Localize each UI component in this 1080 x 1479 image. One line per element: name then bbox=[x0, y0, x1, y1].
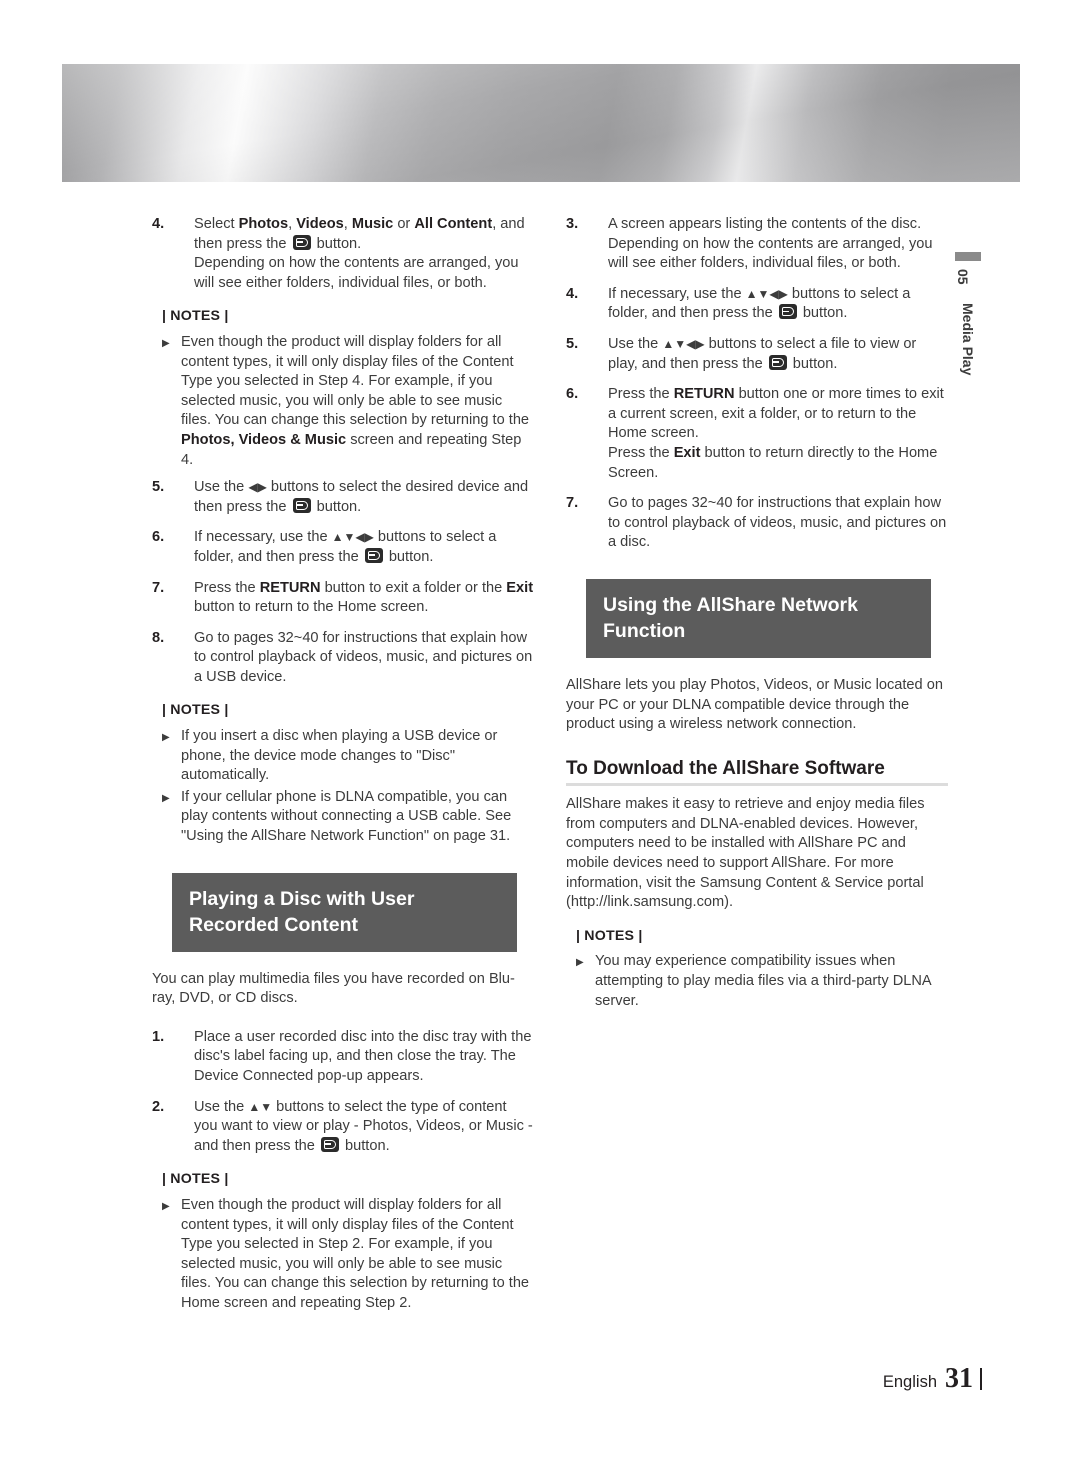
step-text: Use the ▲▼◀▶ buttons to select a file to… bbox=[608, 335, 917, 372]
step-text: Press the RETURN button one or more time… bbox=[608, 386, 944, 481]
footer-language: English bbox=[882, 1373, 937, 1391]
note-text: Even though the product will display fol… bbox=[181, 333, 530, 468]
direction-arrows-icon: ▲▼◀▶ bbox=[331, 530, 374, 545]
notes-label: | NOTES | bbox=[576, 927, 643, 944]
step-number: 6. bbox=[566, 386, 579, 403]
allshare-download-body: AllShare makes it easy to retrieve and e… bbox=[566, 796, 925, 911]
enter-button-icon bbox=[768, 354, 787, 370]
step-number: 6. bbox=[152, 529, 165, 546]
bullet-arrow-icon: ▶ bbox=[162, 1200, 170, 1212]
notes-label: | NOTES | bbox=[162, 308, 229, 325]
note-item: ▶ If you insert a disc when playing a US… bbox=[162, 727, 534, 786]
step-text: If necessary, use the ▲▼◀▶ buttons to se… bbox=[194, 529, 497, 565]
bullet-arrow-icon: ▶ bbox=[162, 337, 170, 349]
sub-heading-download-allshare: To Download the AllShare Software bbox=[566, 759, 948, 787]
step-item: 6. Press the RETURN button one or more t… bbox=[566, 385, 948, 483]
step-item: 8. Go to pages 32~40 for instructions th… bbox=[152, 629, 534, 688]
notes-label: | NOTES | bbox=[162, 1171, 229, 1188]
step-number: 1. bbox=[152, 1028, 165, 1045]
step-number: 3. bbox=[566, 216, 579, 232]
note-text: Even though the product will display fol… bbox=[181, 1196, 530, 1311]
step-number: 8. bbox=[152, 629, 165, 646]
step-item: 1. Place a user recorded disc into the d… bbox=[152, 1028, 534, 1087]
step-text: Use the ▲▼ buttons to select the type of… bbox=[194, 1098, 533, 1154]
chapter-side-tab: 05 Media Play bbox=[955, 252, 981, 375]
step-line: Select Photos, Videos, Music or All Cont… bbox=[194, 216, 525, 252]
emphasis-text: Videos bbox=[296, 216, 344, 232]
step-number: 4. bbox=[566, 285, 579, 302]
section-heading-allshare: Using the AllShare Network Function bbox=[586, 578, 931, 658]
step-number: 2. bbox=[152, 1098, 165, 1115]
chapter-tab-bar bbox=[955, 252, 981, 261]
footer-divider bbox=[980, 1368, 982, 1390]
emphasis-text: Exit bbox=[673, 444, 701, 461]
step-number: 5. bbox=[152, 479, 165, 496]
left-column: 4. Select Photos, Videos, Music or All C… bbox=[152, 215, 534, 1316]
note-text: If your cellular phone is DLNA compatibl… bbox=[181, 788, 512, 845]
enter-button-icon bbox=[778, 304, 797, 320]
step-text: Select Photos, Videos, Music or All Cont… bbox=[194, 215, 534, 293]
step-number: 7. bbox=[152, 579, 165, 596]
emphasis-text: RETURN bbox=[259, 579, 321, 596]
note-text: You may experience compatibility issues … bbox=[595, 953, 931, 1009]
step-number: 7. bbox=[566, 495, 579, 512]
step-text: A screen appears listing the contents of… bbox=[608, 216, 933, 272]
enter-button-icon bbox=[364, 547, 383, 563]
step-item: 3. A screen appears listing the contents… bbox=[566, 215, 948, 274]
note-item: ▶ Even though the product will display f… bbox=[162, 333, 534, 470]
section-intro: You can play multimedia files you have r… bbox=[152, 970, 515, 1007]
bullet-arrow-icon: ▶ bbox=[162, 792, 170, 804]
emphasis-text: Photos bbox=[238, 216, 289, 232]
step-item: 5. Use the ◀▶ buttons to select the desi… bbox=[152, 478, 534, 517]
step-item: 4. If necessary, use the ▲▼◀▶ buttons to… bbox=[566, 285, 948, 324]
emphasis-text: Music bbox=[351, 216, 394, 232]
note-item: ▶ If your cellular phone is DLNA compati… bbox=[162, 788, 534, 847]
bullet-arrow-icon: ▶ bbox=[162, 732, 170, 744]
right-column: 3. A screen appears listing the contents… bbox=[566, 215, 948, 1013]
direction-arrows-icon: ▲▼◀▶ bbox=[662, 336, 705, 351]
step-item: 2. Use the ▲▼ buttons to select the type… bbox=[152, 1098, 534, 1157]
emphasis-text: RETURN bbox=[673, 386, 735, 403]
direction-arrows-icon: ◀▶ bbox=[248, 480, 267, 495]
step-text: Use the ◀▶ buttons to select the desired… bbox=[194, 479, 529, 515]
step-item: 4. Select Photos, Videos, Music or All C… bbox=[152, 215, 534, 293]
chapter-name: Media Play bbox=[960, 302, 976, 375]
chapter-number: 05 bbox=[955, 269, 971, 285]
note-text: If you insert a disc when playing a USB … bbox=[181, 728, 498, 784]
enter-button-icon bbox=[292, 497, 311, 513]
allshare-intro: AllShare lets you play Photos, Videos, o… bbox=[566, 676, 943, 733]
step-text: Place a user recorded disc into the disc… bbox=[194, 1028, 532, 1084]
step-item: 6. If necessary, use the ▲▼◀▶ buttons to… bbox=[152, 528, 534, 567]
note-item: ▶ Even though the product will display f… bbox=[162, 1196, 534, 1314]
notes-label: | NOTES | bbox=[162, 702, 229, 719]
footer-page-number: 31 bbox=[945, 1363, 973, 1394]
enter-button-icon bbox=[320, 1136, 339, 1152]
step-line: Depending on how the contents are arrang… bbox=[194, 255, 519, 291]
enter-button-icon bbox=[292, 234, 311, 250]
step-item: 7. Go to pages 32~40 for instructions th… bbox=[566, 494, 948, 553]
step-text: If necessary, use the ▲▼◀▶ buttons to se… bbox=[608, 285, 911, 322]
step-number: 5. bbox=[566, 335, 579, 352]
step-text: Go to pages 32~40 for instructions that … bbox=[194, 629, 533, 685]
step-text: Go to pages 32~40 for instructions that … bbox=[608, 495, 947, 551]
bullet-arrow-icon: ▶ bbox=[576, 957, 584, 969]
step-item: 7. Press the RETURN button to exit a fol… bbox=[152, 579, 534, 618]
direction-arrows-icon: ▲▼◀▶ bbox=[745, 286, 788, 301]
direction-arrows-icon: ▲▼ bbox=[248, 1099, 273, 1114]
emphasis-text: Photos, Videos & Music bbox=[181, 431, 347, 448]
step-item: 5. Use the ▲▼◀▶ buttons to select a file… bbox=[566, 335, 948, 374]
emphasis-text: All Content bbox=[414, 216, 493, 232]
page-footer: English 31 bbox=[883, 1363, 982, 1395]
emphasis-text: Exit bbox=[506, 579, 534, 596]
step-number: 4. bbox=[152, 216, 165, 232]
section-heading-playing-disc: Playing a Disc with User Recorded Conten… bbox=[172, 872, 517, 952]
page-header-banner bbox=[62, 64, 1020, 182]
step-text: Press the RETURN button to exit a folder… bbox=[194, 579, 534, 616]
note-item: ▶ You may experience compatibility issue… bbox=[576, 952, 948, 1011]
